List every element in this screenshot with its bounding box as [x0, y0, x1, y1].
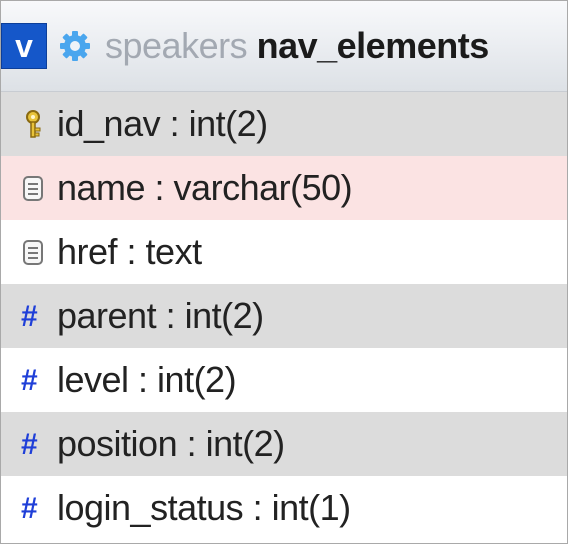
column-label: href : text [57, 231, 202, 272]
table-card[interactable]: v speakers nav_elements id_nav: int(2) … [0, 0, 568, 544]
column-label: name : varchar(50) [57, 167, 353, 208]
numeric-column-icon: # [21, 300, 38, 333]
numeric-column-icon: # [21, 492, 38, 525]
column-row-level[interactable]: # level : int(2) [1, 348, 567, 412]
numeric-column-icon: # [21, 364, 38, 397]
column-row-href[interactable]: href : text [1, 220, 567, 284]
column-label: position : int(2) [57, 423, 285, 464]
column-row-name[interactable]: name : varchar(50) [1, 156, 567, 220]
table-name: nav_elements [256, 25, 490, 66]
column-label: login_status : int(1) [57, 487, 351, 528]
numeric-column-icon: # [21, 428, 38, 461]
toggle-collapse-button[interactable]: v [1, 23, 47, 69]
column-row-position[interactable]: # position : int(2) [1, 412, 567, 476]
column-label: parent : int(2) [57, 295, 264, 336]
primary-key-icon [26, 110, 41, 138]
column-label: level : int(2) [57, 359, 237, 400]
column-row-id-nav[interactable]: id_nav : int(2) [1, 92, 567, 156]
gear-icon[interactable] [59, 30, 91, 62]
table-title[interactable]: speakers nav_elements [105, 24, 489, 68]
text-column-icon [23, 176, 43, 201]
text-column-icon [23, 240, 43, 265]
column-row-login-status[interactable]: # login_status : int(1) [1, 476, 567, 540]
database-name: speakers [105, 25, 248, 66]
table-header[interactable]: v speakers nav_elements [1, 1, 567, 92]
column-row-parent[interactable]: # parent : int(2) [1, 284, 567, 348]
toggle-label: v [15, 28, 33, 64]
column-label: id_nav : int(2) [57, 103, 268, 144]
